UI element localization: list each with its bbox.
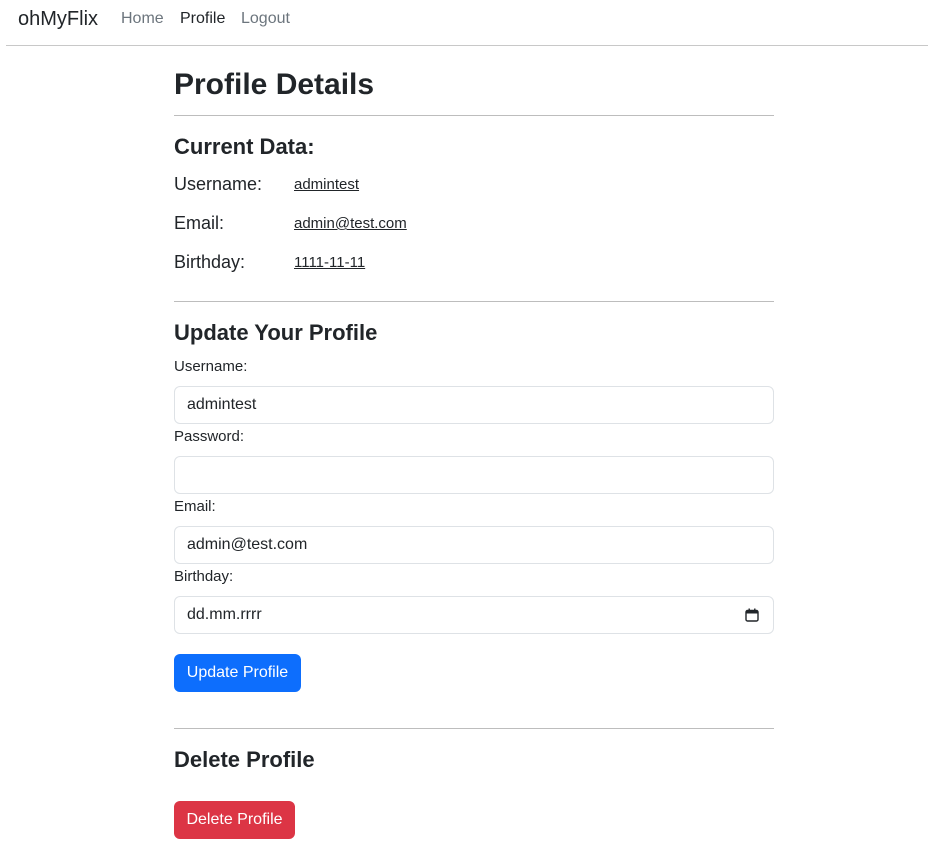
delete-profile-button[interactable]: Delete Profile [174,801,295,839]
divider [174,115,774,116]
update-profile-heading: Update Your Profile [174,320,378,345]
top-navbar: ohMyFlix Home Profile Logout [6,0,928,46]
nav-profile-link[interactable]: Profile [180,9,225,29]
current-birthday-value: 1111-11-11 [294,254,366,271]
current-username-value: admintest [294,176,360,193]
username-input[interactable]: admintest [174,386,774,424]
password-field-label: Password: [174,428,245,445]
password-input[interactable] [174,456,774,494]
calendar-icon[interactable] [745,608,759,622]
birthday-input[interactable]: dd.mm.rrrr [174,596,774,634]
current-email-value: admin@test.com [294,215,407,232]
birthday-field-label: Birthday: [174,568,234,585]
brand-link[interactable]: ohMyFlix [18,7,98,31]
current-email-label: Email: [174,213,225,233]
email-field-label: Email: [174,498,216,515]
current-data-heading: Current Data: [174,134,315,159]
delete-profile-heading: Delete Profile [174,747,315,772]
nav-home-link[interactable]: Home [121,9,164,29]
username-field-label: Username: [174,358,248,375]
update-profile-button[interactable]: Update Profile [174,654,301,692]
divider [174,301,774,302]
divider [174,728,774,729]
email-input[interactable]: admin@test.com [174,526,774,564]
birthday-placeholder: dd.mm.rrrr [187,606,262,623]
nav-logout-link[interactable]: Logout [241,9,290,29]
current-birthday-label: Birthday: [174,252,246,272]
current-username-label: Username: [174,174,263,194]
page-title: Profile Details [174,68,375,101]
